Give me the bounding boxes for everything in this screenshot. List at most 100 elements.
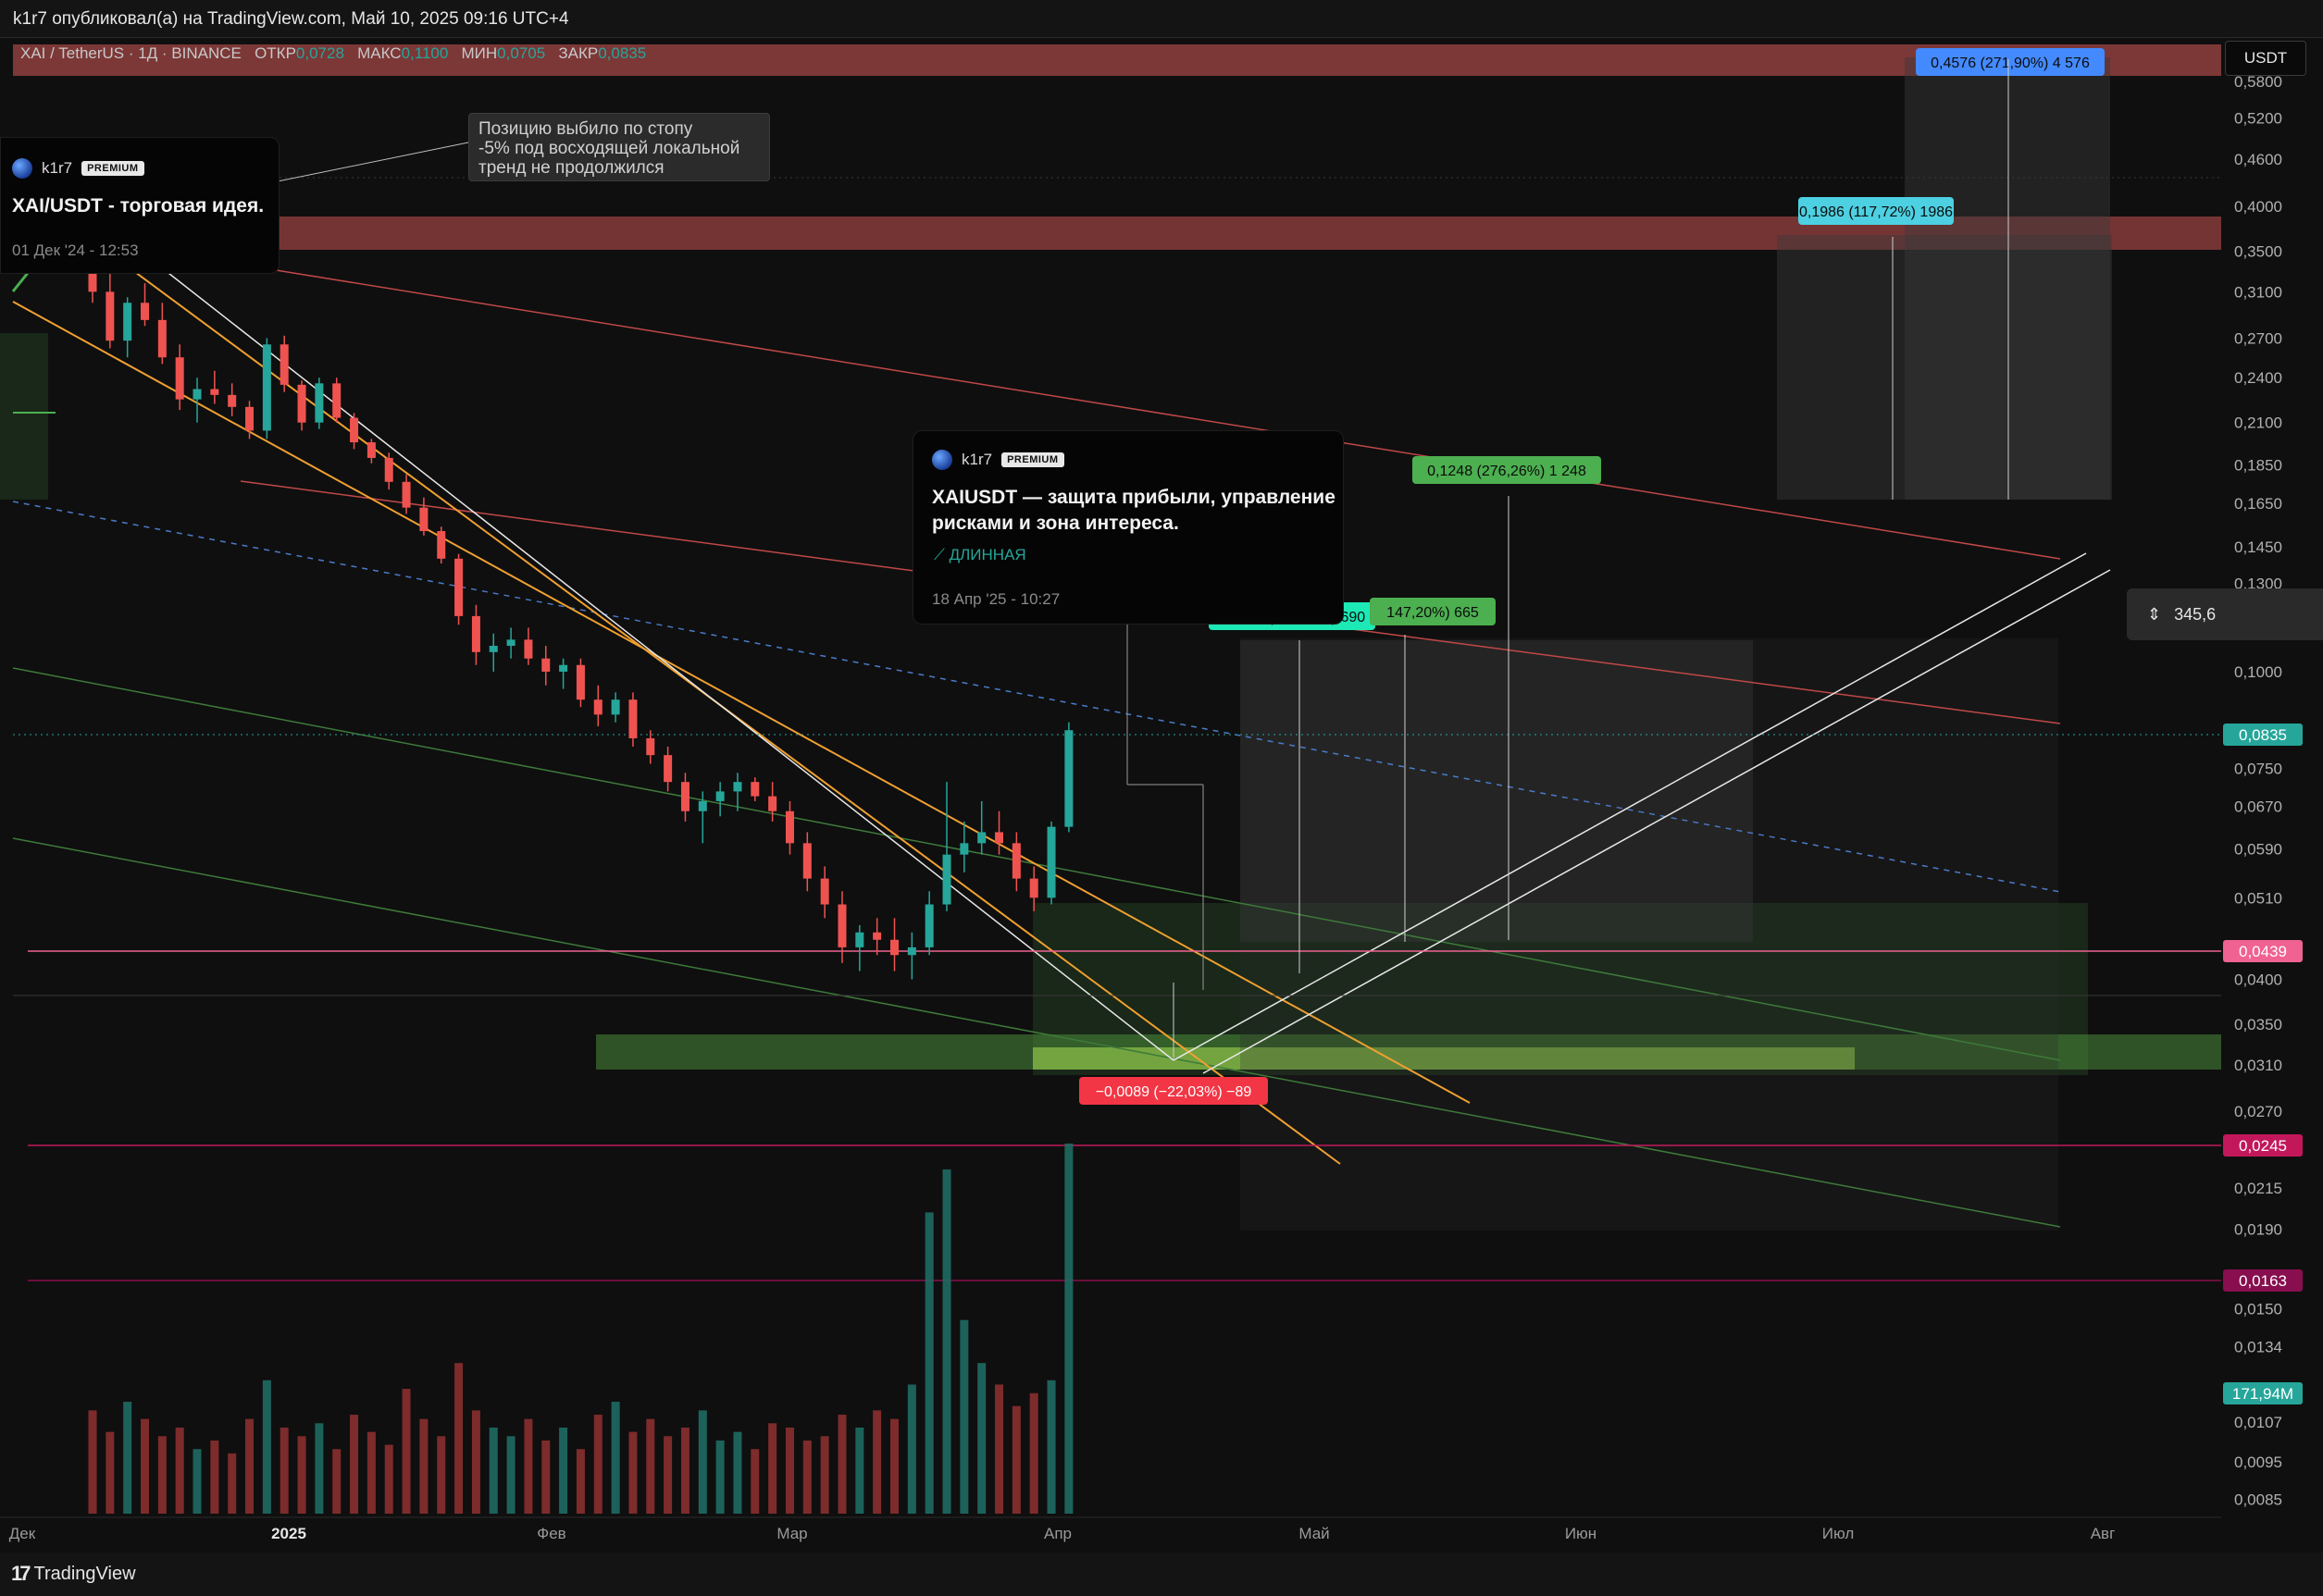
price-tick-label: 0,0085: [2234, 1491, 2282, 1509]
volume-bar: [123, 1402, 132, 1514]
candle-body: [664, 755, 673, 783]
open-value: 0,0728: [295, 44, 344, 62]
price-tag: 0,0439: [2223, 940, 2303, 962]
candle-body: [628, 699, 638, 738]
price-tick-label: 0,0510: [2234, 889, 2282, 907]
long-position-icon: ⟋: [934, 546, 945, 563]
footer-bar: [0, 1553, 2323, 1596]
volume-bar: [559, 1427, 568, 1514]
candle-body: [733, 782, 742, 792]
candle-body: [437, 531, 446, 559]
volume-bar: [332, 1449, 342, 1514]
candle-body: [768, 796, 777, 811]
price-tick-label: 0,0590: [2234, 840, 2282, 858]
low-value: 0,0705: [497, 44, 546, 62]
volume-bar: [995, 1384, 1004, 1514]
candle: [262, 338, 271, 439]
volume-bar: [1064, 1144, 1074, 1514]
price-tick-label: 0,5200: [2234, 110, 2282, 128]
symbol-name: XAI / TetherUS · 1Д · BINANCE: [20, 44, 242, 62]
measure-label: 0,4576 (271,90%) 4 576: [1916, 48, 2105, 76]
measure-icon: ⇕: [2147, 605, 2162, 624]
candle: [454, 553, 464, 625]
idea-title: XAI/USDT - торговая идея.: [12, 195, 265, 217]
volume-bar: [245, 1418, 255, 1514]
candle-body: [106, 291, 115, 341]
candle-body: [506, 639, 516, 647]
price-tick-label: 0,1450: [2234, 538, 2282, 556]
candle-body: [977, 832, 987, 844]
candle-body: [698, 800, 707, 811]
currency-button[interactable]: USDT: [2225, 41, 2306, 76]
candle-body: [297, 384, 306, 423]
candle-body: [350, 417, 359, 443]
candle-body: [785, 810, 794, 844]
time-tick-label: Май: [1298, 1525, 1329, 1542]
volume-bar: [576, 1449, 585, 1514]
price-tick-label: 0,1650: [2234, 495, 2282, 513]
price-tick-label: 0,1000: [2234, 663, 2282, 681]
close-value: 0,0835: [598, 44, 647, 62]
measure-label-text: 147,20%) 665: [1386, 605, 1479, 621]
candle: [1047, 821, 1056, 905]
price-tick-label: 0,0400: [2234, 971, 2282, 988]
candle-body: [123, 303, 132, 341]
projection-box: [1905, 57, 2110, 500]
candle-body: [820, 878, 829, 905]
measure-label: 0,1986 (117,72%) 1986: [1798, 197, 1954, 225]
price-tick-label: 0,0150: [2234, 1300, 2282, 1318]
volume-bar: [611, 1402, 620, 1514]
time-tick-label: 2025: [271, 1525, 306, 1542]
volume-bar: [402, 1389, 411, 1514]
idea-card-1[interactable]: k1r7 PREMIUM XAI/USDT - торговая идея. 01…: [0, 137, 280, 274]
volume-bar: [262, 1379, 271, 1514]
candle-body: [1047, 826, 1056, 898]
volume-bar: [664, 1436, 673, 1514]
premium-badge: PREMIUM: [81, 161, 144, 176]
candle-body: [262, 344, 271, 431]
time-tick-label: Июн: [1565, 1525, 1596, 1542]
candle-body: [907, 946, 916, 956]
measure-readout[interactable]: ⇕ 345,6: [2127, 588, 2323, 640]
idea-card-2[interactable]: k1r7 PREMIUM XAIUSDT — защита прибыли, уп…: [913, 430, 1344, 625]
candle-body: [541, 658, 551, 672]
volume-bar: [646, 1418, 655, 1514]
candle-body: [855, 932, 864, 947]
volume-bar: [960, 1319, 969, 1514]
price-tick-label: 0,2100: [2234, 414, 2282, 432]
high-label: МАКС: [357, 44, 402, 62]
candle-body: [680, 782, 689, 811]
measure-label: −0,0089 (−22,03%) −89: [1079, 1077, 1268, 1105]
volume-bar: [1047, 1379, 1056, 1514]
time-tick-label: Мар: [776, 1525, 807, 1542]
price-tick-label: 0,4000: [2234, 198, 2282, 216]
price-tag-text: 0,0835: [2239, 726, 2287, 744]
time-tick-label: Фев: [537, 1525, 565, 1542]
tradingview-brand[interactable]: 17 TradingView: [11, 1562, 136, 1586]
forecast-area: [1240, 638, 2058, 1231]
price-tick-label: 0,1850: [2234, 457, 2282, 475]
candle-body: [1012, 843, 1021, 879]
price-tick-label: 0,0270: [2234, 1103, 2282, 1120]
price-tick-label: 0,0134: [2234, 1338, 2282, 1355]
price-tick-label: 0,0190: [2234, 1221, 2282, 1239]
candle-body: [210, 389, 219, 395]
volume-bar: [88, 1410, 97, 1514]
volume-bar: [768, 1423, 777, 1514]
candle-body: [384, 457, 393, 482]
volume-bar: [838, 1415, 847, 1514]
candle-body: [751, 782, 760, 797]
volume-bar: [419, 1418, 429, 1514]
note-line: -5% под восходящей локальной: [478, 139, 740, 158]
candle: [332, 377, 342, 423]
volume-bar: [506, 1436, 516, 1514]
price-tag-text: 0,0163: [2239, 1272, 2287, 1290]
price-chart[interactable]: 0,4576 (271,90%) 4 576 0,1986 (117,72%) 1…: [0, 0, 2323, 1596]
premium-badge: PREMIUM: [1001, 452, 1064, 467]
low-label: МИН: [461, 44, 498, 62]
candle-body: [402, 481, 411, 508]
volume-bar: [855, 1427, 864, 1514]
candle-body: [1029, 878, 1038, 898]
price-tick-label: 0,0310: [2234, 1057, 2282, 1074]
time-tick-label: Апр: [1044, 1525, 1072, 1542]
